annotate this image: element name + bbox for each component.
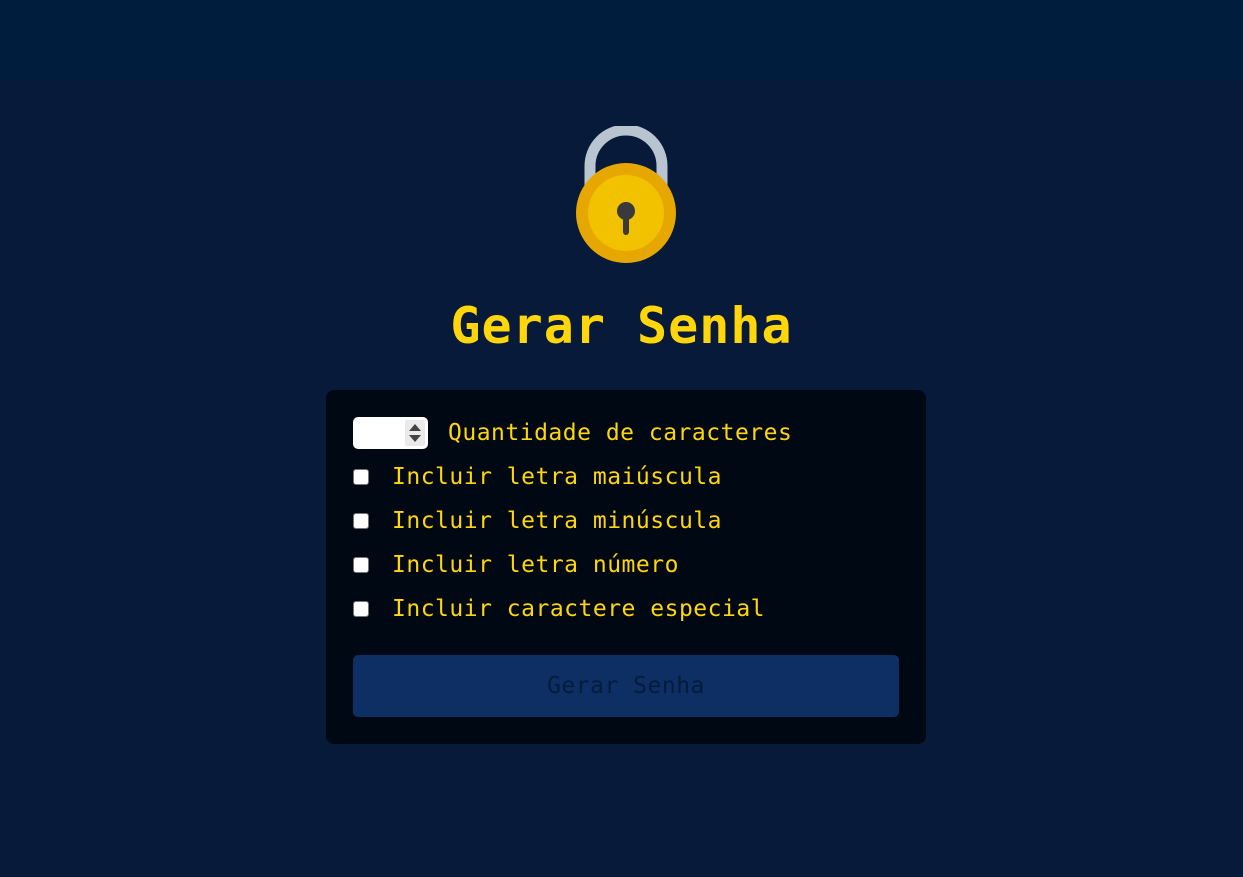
number-label: Incluir letra número [392,552,679,578]
option-number: Incluir letra número [353,549,679,581]
lowercase-label: Incluir letra minúscula [392,508,722,534]
spin-down-arrow-icon[interactable] [409,435,421,442]
page-title: Gerar Senha [450,297,793,355]
padlock-icon [572,124,680,266]
uppercase-checkbox[interactable] [353,469,369,485]
option-lowercase: Incluir letra minúscula [353,505,722,537]
length-label: Quantidade de caracteres [448,420,793,446]
top-bar [0,0,1243,80]
option-special: Incluir caractere especial [353,593,765,625]
special-checkbox[interactable] [353,601,369,617]
password-options-card: Quantidade de caracteres Incluir letra m… [326,390,926,744]
length-number-input[interactable] [353,417,428,449]
generate-password-button[interactable]: Gerar Senha [353,655,899,717]
number-checkbox[interactable] [353,557,369,573]
option-uppercase: Incluir letra maiúscula [353,461,722,493]
spin-up-arrow-icon[interactable] [409,424,421,431]
special-label: Incluir caractere especial [392,596,766,622]
length-row: Quantidade de caracteres [353,417,792,449]
lowercase-checkbox[interactable] [353,513,369,529]
number-spinner[interactable] [405,420,425,446]
uppercase-label: Incluir letra maiúscula [392,464,722,490]
